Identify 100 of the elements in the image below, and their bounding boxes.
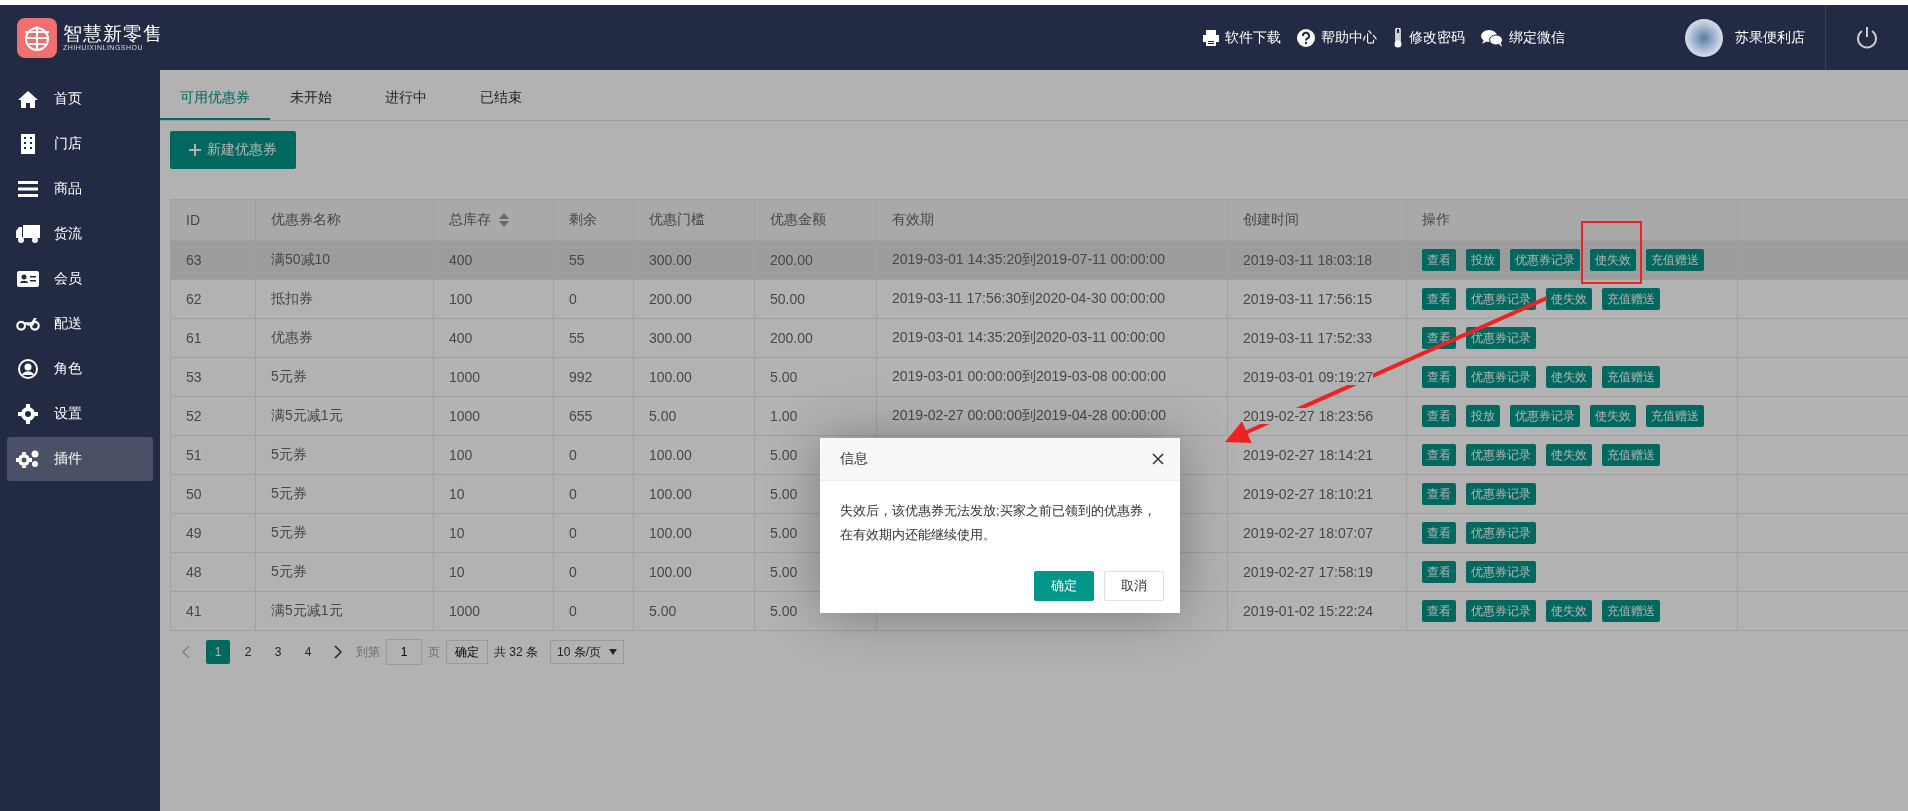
table-cell: 5.00 — [770, 369, 798, 385]
table-cell: 0 — [569, 525, 577, 541]
action-button[interactable]: 使失效 — [1590, 249, 1636, 271]
table-cell: 2019-02-27 18:10:21 — [1243, 486, 1373, 502]
table-cell: 51 — [186, 447, 202, 463]
sidebar-item[interactable]: 首页 — [7, 77, 153, 121]
sidebar-item[interactable]: 门店 — [7, 122, 153, 166]
table-cell: 1000 — [449, 369, 481, 385]
sidebar-item[interactable]: 设置 — [7, 392, 153, 436]
action-button[interactable]: 查看 — [1422, 444, 1456, 466]
user-icon — [18, 359, 38, 379]
page-size-select[interactable]: 10 条/页 — [550, 640, 625, 664]
chat-icon — [1481, 28, 1503, 47]
building-icon — [21, 134, 35, 154]
table-cell: 41 — [186, 603, 202, 619]
tab[interactable]: 可用优惠券 — [160, 82, 270, 120]
sidebar-item[interactable]: 会员 — [7, 257, 153, 301]
power-icon — [1855, 25, 1879, 50]
table-cell: 5.00 — [770, 486, 798, 502]
action-button[interactable]: 投放 — [1466, 249, 1500, 271]
truck-icon — [16, 225, 40, 243]
tab[interactable]: 进行中 — [365, 82, 460, 120]
column-header: 操作 — [1422, 211, 1450, 229]
action-button[interactable]: 查看 — [1422, 522, 1456, 544]
gear-icon — [18, 404, 38, 424]
avatar[interactable] — [1685, 18, 1723, 57]
action-button[interactable]: 优惠券记录 — [1466, 327, 1536, 349]
sidebar-item[interactable]: 配送 — [7, 302, 153, 346]
table-cell: 5元券 — [271, 368, 307, 384]
action-button[interactable]: 优惠券记录 — [1466, 522, 1536, 544]
action-button[interactable]: 使失效 — [1590, 405, 1636, 427]
action-button[interactable]: 使失效 — [1546, 444, 1592, 466]
action-button[interactable]: 查看 — [1422, 405, 1456, 427]
column-header: 创建时间 — [1243, 211, 1299, 229]
table-cell: 1000 — [449, 603, 481, 619]
table-cell: 5.00 — [770, 564, 798, 580]
header-link[interactable]: 绑定微信 — [1481, 28, 1565, 47]
page-number[interactable]: 4 — [296, 640, 320, 664]
action-button[interactable]: 使失效 — [1546, 366, 1592, 388]
table-cell: 5.00 — [770, 525, 798, 541]
table-cell: 2019-03-11 17:56:15 — [1243, 291, 1372, 307]
sidebar-item[interactable]: 插件 — [7, 437, 153, 481]
page-number[interactable]: 3 — [266, 640, 290, 664]
cancel-button[interactable]: 取消 — [1104, 571, 1164, 601]
header-link[interactable]: 软件下载 — [1203, 28, 1281, 47]
action-button[interactable]: 查看 — [1422, 600, 1456, 622]
tab[interactable]: 已结束 — [460, 82, 555, 120]
action-button[interactable]: 投放 — [1466, 405, 1500, 427]
table-cell: 1000 — [449, 408, 481, 424]
action-button[interactable]: 优惠券记录 — [1466, 444, 1536, 466]
table-cell: 0 — [569, 564, 577, 580]
action-button[interactable]: 查看 — [1422, 483, 1456, 505]
action-button[interactable]: 查看 — [1422, 288, 1456, 310]
header-link[interactable]: 帮助中心 — [1297, 28, 1377, 47]
table-cell: 5元券 — [271, 446, 307, 462]
action-button[interactable]: 查看 — [1422, 366, 1456, 388]
header-link[interactable]: 修改密码 — [1393, 27, 1465, 48]
table-cell: 2019-03-01 14:35:20到2019-07-11 00:00:00 — [892, 251, 1165, 267]
action-button[interactable]: 充值赠送 — [1602, 366, 1660, 388]
sidebar-item[interactable]: 货流 — [7, 212, 153, 256]
table-cell: 5元券 — [271, 563, 307, 579]
table-cell: 2019-03-11 17:52:33 — [1243, 330, 1372, 346]
new-coupon-button[interactable]: 新建优惠券 — [170, 131, 296, 169]
action-button[interactable]: 使失效 — [1546, 600, 1592, 622]
action-button[interactable]: 优惠券记录 — [1466, 288, 1536, 310]
page-number[interactable]: 2 — [236, 640, 260, 664]
tab[interactable]: 未开始 — [270, 82, 365, 120]
action-button[interactable]: 使失效 — [1546, 288, 1592, 310]
table-cell: 62 — [186, 291, 202, 307]
go-button[interactable]: 确定 — [446, 640, 488, 664]
sidebar-item[interactable]: 角色 — [7, 347, 153, 391]
caret-icon — [609, 649, 618, 655]
table-cell: 100 — [449, 447, 473, 463]
page-number[interactable]: 1 — [206, 640, 230, 664]
action-button[interactable]: 优惠券记录 — [1510, 249, 1580, 271]
table-cell: 400 — [449, 252, 473, 268]
column-header: 优惠门槛 — [649, 211, 705, 229]
action-button[interactable]: 充值赠送 — [1602, 600, 1660, 622]
action-button[interactable]: 充值赠送 — [1602, 288, 1660, 310]
table-cell: 2019-03-01 14:35:20到2020-03-11 00:00:00 — [892, 329, 1165, 345]
action-button[interactable]: 查看 — [1422, 561, 1456, 583]
help-icon — [1297, 28, 1315, 47]
confirm-button[interactable]: 确定 — [1034, 571, 1094, 601]
table-cell: 992 — [569, 369, 593, 385]
page-input[interactable]: 1 — [386, 639, 422, 665]
action-button[interactable]: 查看 — [1422, 249, 1456, 271]
action-button[interactable]: 充值赠送 — [1646, 249, 1704, 271]
action-button[interactable]: 优惠券记录 — [1466, 600, 1536, 622]
action-button[interactable]: 优惠券记录 — [1466, 483, 1536, 505]
action-button[interactable]: 优惠券记录 — [1466, 561, 1536, 583]
action-button[interactable]: 充值赠送 — [1602, 444, 1660, 466]
id-card-icon — [17, 271, 39, 287]
gears-icon — [16, 449, 40, 469]
action-button[interactable]: 充值赠送 — [1646, 405, 1704, 427]
column-header: 优惠金额 — [770, 211, 826, 229]
user-name[interactable]: 苏果便利店 — [1735, 28, 1805, 47]
action-button[interactable]: 优惠券记录 — [1466, 366, 1536, 388]
sidebar-item[interactable]: 商品 — [7, 167, 153, 211]
action-button[interactable]: 优惠券记录 — [1510, 405, 1580, 427]
column-header: 有效期 — [892, 211, 934, 229]
